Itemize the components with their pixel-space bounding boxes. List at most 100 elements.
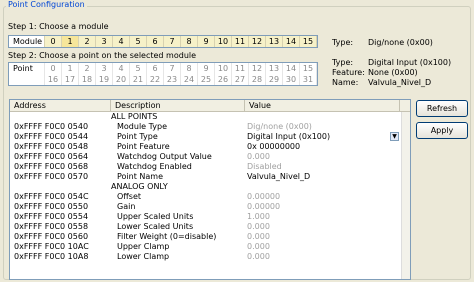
module-cell-1[interactable]: 1 [62,36,79,47]
point-cell-23[interactable]: 23 [164,74,180,85]
point-column: 14 30 [283,63,300,85]
point-cell-24[interactable]: 24 [181,74,197,85]
point-column: 5 21 [130,63,147,85]
table-row[interactable]: 0xFFFF F0C0 054C Offset 0.00000 [10,192,410,202]
point-cell-26[interactable]: 26 [215,74,231,85]
apply-button[interactable]: Apply [416,122,468,139]
point-cell-29[interactable]: 29 [266,74,282,85]
group-title: Point Configuration [6,0,87,9]
module-cell-14[interactable]: 14 [283,36,300,47]
table-row[interactable]: 0xFFFF F0C0 0554 Upper Scaled Units 1.000 [10,212,410,222]
point-cell-17[interactable]: 17 [62,74,78,85]
table-row[interactable]: 0xFFFF F0C0 10A8 Lower Clamp 0.000 [10,252,410,262]
section-label: ALL POINTS [111,112,158,121]
table-row[interactable]: 0xFFFF F0C0 0550 Gain 0.00000 [10,202,410,212]
module-cell-5[interactable]: 5 [130,36,147,47]
value-cell[interactable] [245,182,400,192]
module-cell-0[interactable]: 0 [45,36,62,47]
address-cell: 0xFFFF F0C0 0544 [14,132,89,141]
module-cell-8[interactable]: 8 [181,36,198,47]
point-cell-15[interactable]: 15 [300,63,316,74]
table-row[interactable]: 0xFFFF F0C0 10AC Upper Clamp 0.000 [10,242,410,252]
point-cell-22[interactable]: 22 [147,74,163,85]
point-cell-19[interactable]: 19 [96,74,112,85]
point-cell-5[interactable]: 5 [130,63,146,74]
point-feature-label: Feature: [332,68,365,77]
value-cell[interactable] [245,112,400,122]
point-cell-12[interactable]: 12 [249,63,265,74]
table-row[interactable]: 0xFFFF F0C0 0564 Watchdog Output Value 0.0… [10,152,410,162]
module-cell-13[interactable]: 13 [266,36,283,47]
module-cell-9[interactable]: 9 [198,36,215,47]
point-column: 10 26 [215,63,232,85]
register-table: Address Description Value ALL POINTS 0xFF… [9,99,411,280]
description-cell: Watchdog Output Value [117,152,212,161]
point-label-col: Point [9,63,45,85]
point-cell-13[interactable]: 13 [266,63,282,74]
address-cell: 0xFFFF F0C0 10AC [14,242,89,251]
table-row[interactable]: 0xFFFF F0C0 0560 Filter Weight (0=disable… [10,232,410,242]
module-cell-7[interactable]: 7 [164,36,181,47]
value-cell: 0.00000 [247,192,281,201]
address-cell: 0xFFFF F0C0 0548 [14,142,89,151]
value-cell[interactable]: Valvula_Nivel_D [245,172,400,182]
point-cell-11[interactable]: 11 [232,63,248,74]
point-name-value: Valvula_Nivel_D [368,78,432,87]
module-cell-12[interactable]: 12 [249,36,266,47]
point-cell-18[interactable]: 18 [79,74,95,85]
point-cell-16[interactable]: 16 [45,74,61,85]
point-cell-1[interactable]: 1 [62,63,78,74]
point-cell-6[interactable]: 6 [147,63,163,74]
description-cell: Filter Weight (0=disable) [117,232,217,241]
point-selector: Point 0 16 1 17 2 18 3 19 4 20 5 21 6 22 7 23 8 24 9 25 10 26… [8,62,318,86]
point-type-dropdown-icon[interactable]: ▼ [390,132,399,141]
refresh-button[interactable]: Refresh [416,100,468,117]
table-row[interactable]: 0xFFFF F0C0 0570 Point Name Valvula_Nivel_… [10,172,410,182]
table-row[interactable]: 0xFFFF F0C0 0540 Module Type Dig/none (0x0… [10,122,410,132]
section-label: ANALOG ONLY [111,182,168,191]
module-cell-3[interactable]: 3 [96,36,113,47]
module-cell-2[interactable]: 2 [79,36,96,47]
point-cell-27[interactable]: 27 [232,74,248,85]
description-cell: Point Feature [117,142,170,151]
module-label: Module [9,36,45,47]
address-column-header[interactable]: Address [10,100,111,111]
module-cell-4[interactable]: 4 [113,36,130,47]
point-column: 11 27 [232,63,249,85]
value-cell[interactable]: 0x 00000000 [245,142,400,152]
description-column-header[interactable]: Description [111,100,245,111]
point-cell-7[interactable]: 7 [164,63,180,74]
value-cell: Disabled [247,162,282,171]
point-column: 0 16 [45,63,62,85]
point-cell-10[interactable]: 10 [215,63,231,74]
point-cell-3[interactable]: 3 [96,63,112,74]
point-cell-31[interactable]: 31 [300,74,316,85]
module-cell-15[interactable]: 15 [300,36,317,47]
module-cell-11[interactable]: 11 [232,36,249,47]
table-row[interactable]: 0xFFFF F0C0 0568 Watchdog Enabled Disabled [10,162,410,172]
module-cell-6[interactable]: 6 [147,36,164,47]
table-row[interactable]: 0xFFFF F0C0 0544 Point Type Digital Input … [10,132,410,142]
description-cell: Gain [117,202,136,211]
address-cell [10,182,111,192]
value-cell: 0.000 [247,252,270,261]
point-cell-30[interactable]: 30 [283,74,299,85]
point-cell-8[interactable]: 8 [181,63,197,74]
module-cell-10[interactable]: 10 [215,36,232,47]
table-row[interactable]: 0xFFFF F0C0 0548 Point Feature 0x 00000000 [10,142,410,152]
point-cell-4[interactable]: 4 [113,63,129,74]
table-row[interactable]: 0xFFFF F0C0 0558 Lower Scaled Units 0.000 [10,222,410,232]
address-cell: 0xFFFF F0C0 0540 [14,122,89,131]
address-cell: 0xFFFF F0C0 054C [14,192,89,201]
point-cell-9[interactable]: 9 [198,63,214,74]
point-cell-20[interactable]: 20 [113,74,129,85]
point-cell-14[interactable]: 14 [283,63,299,74]
value-cell[interactable]: Digital Input (0x100) [245,132,400,142]
table-scrollbar[interactable] [401,112,410,279]
point-cell-0[interactable]: 0 [45,63,61,74]
point-cell-28[interactable]: 28 [249,74,265,85]
point-cell-21[interactable]: 21 [130,74,146,85]
point-cell-2[interactable]: 2 [79,63,95,74]
value-column-header[interactable]: Value [245,100,400,111]
point-cell-25[interactable]: 25 [198,74,214,85]
